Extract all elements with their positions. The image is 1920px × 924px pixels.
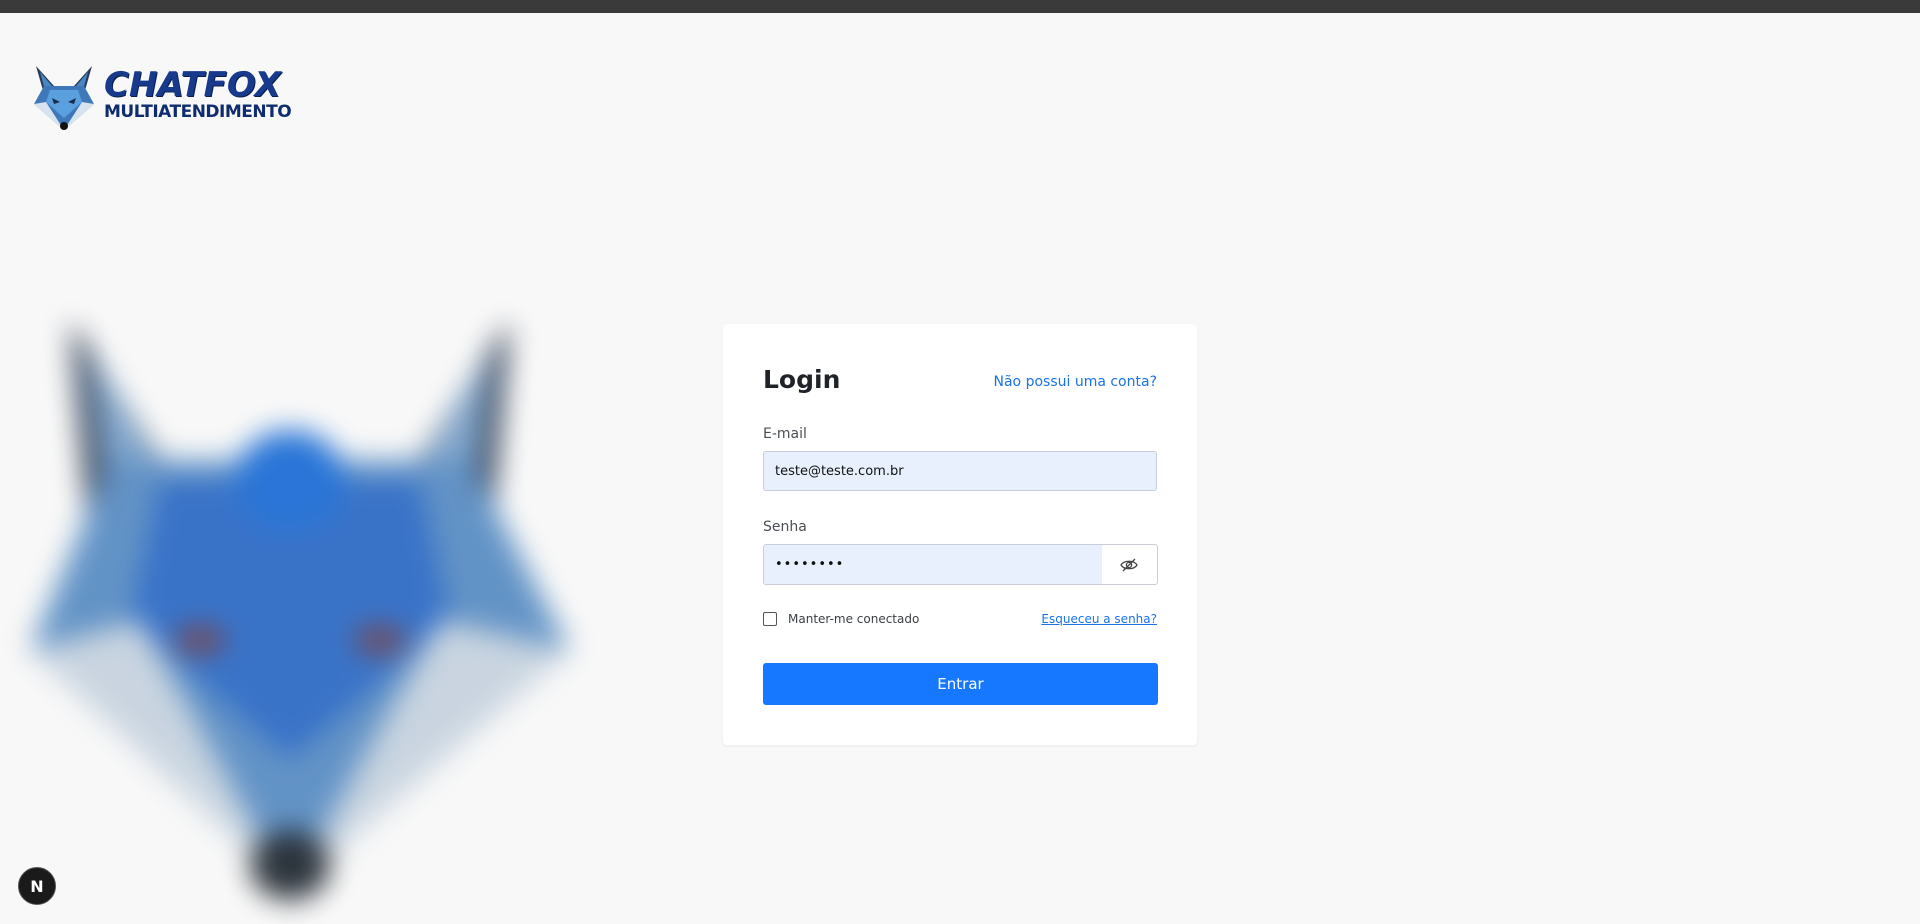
dev-tools-badge[interactable]: N (18, 867, 56, 905)
password-field-wrapper: •••••••• (763, 544, 1158, 585)
email-label: E-mail (763, 426, 807, 442)
signup-link[interactable]: Não possui uma conta? (994, 374, 1158, 390)
remember-me-checkbox[interactable] (763, 612, 777, 626)
remember-me-label: Manter-me conectado (788, 612, 920, 626)
fox-logo-icon (34, 66, 94, 130)
toggle-password-visibility-button[interactable] (1101, 545, 1157, 584)
brand-subtitle: MULTIATENDIMENTO (104, 102, 292, 122)
brand-logo: CHATFOX MULTIATENDIMENTO (30, 64, 292, 132)
login-title: Login (763, 365, 841, 394)
login-submit-button[interactable]: Entrar (763, 663, 1158, 705)
password-label: Senha (763, 519, 807, 535)
eye-slash-icon (1120, 558, 1138, 571)
remember-me-row: Manter-me conectado (763, 612, 919, 626)
brand-title: CHATFOX (104, 65, 281, 105)
browser-top-bar (0, 0, 1920, 13)
password-field[interactable]: •••••••• (764, 545, 1102, 584)
email-field[interactable]: teste@teste.com.br (763, 451, 1157, 491)
login-card: Login Não possui uma conta? E-mail teste… (723, 324, 1197, 745)
fox-background-illustration (30, 320, 570, 900)
forgot-password-link[interactable]: Esqueceu a senha? (1041, 612, 1157, 626)
